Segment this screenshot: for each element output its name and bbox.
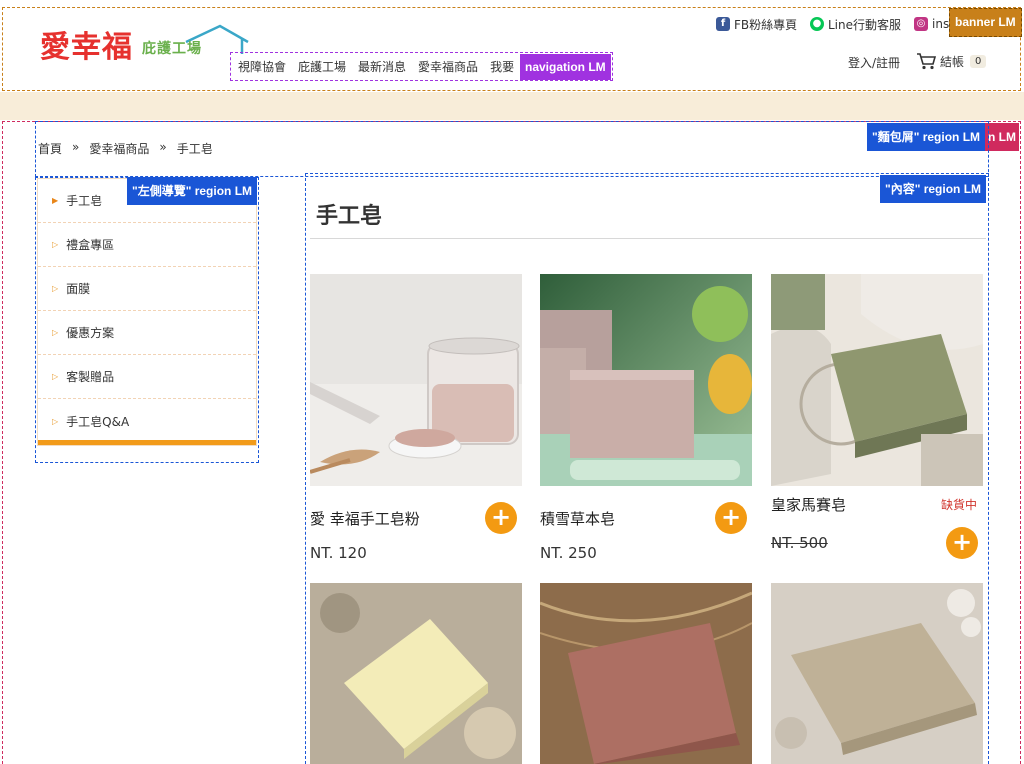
sidebar-item-custom-gifts[interactable]: ▷ 客製贈品 xyxy=(38,355,256,399)
product-card xyxy=(771,583,983,764)
product-image[interactable] xyxy=(540,274,752,486)
plus-icon: + xyxy=(490,503,512,531)
facebook-link-label: FB粉絲專頁 xyxy=(734,17,798,32)
product-image[interactable] xyxy=(771,274,983,486)
product-name[interactable]: 積雪草本皂 xyxy=(540,508,615,529)
breadcrumb-current: 手工皂 xyxy=(176,142,213,156)
nav-item-products[interactable]: 愛幸福商品 xyxy=(418,58,478,75)
logo-main-text: 愛幸福 xyxy=(40,30,133,65)
chevron-right-icon: ▷ xyxy=(52,416,59,426)
chevron-right-icon: ▷ xyxy=(52,328,59,337)
logo-sub-text: 庇護工場 xyxy=(142,41,202,57)
red-clay-soap-picture xyxy=(540,583,752,764)
breadcrumb-separator: » xyxy=(72,140,80,154)
facebook-link[interactable]: f FB粉絲專頁 xyxy=(716,14,797,34)
sold-out-badge: 缺貨中 xyxy=(941,498,978,512)
nav-item-association[interactable]: 視障協會 xyxy=(238,58,286,75)
main-landmark-label: n LM xyxy=(985,123,1019,151)
add-to-cart-button[interactable]: + xyxy=(715,502,747,534)
product-image[interactable] xyxy=(310,583,522,764)
nav-item-workshop[interactable]: 庇護工場 xyxy=(298,58,346,75)
breadcrumb-separator: » xyxy=(159,140,167,154)
sidebar-item-label: 禮盒專區 xyxy=(66,238,115,252)
sidebar-item-faq[interactable]: ▷ 手工皂Q&A xyxy=(38,399,256,443)
breadcrumb: 首頁 » 愛幸福商品 » 手工皂 xyxy=(38,140,213,157)
yellow-soap-picture xyxy=(310,583,522,764)
content-region-label: "內容" region LM xyxy=(880,175,987,203)
plus-icon: + xyxy=(720,503,742,531)
chevron-right-icon: ▷ xyxy=(52,284,59,293)
herbal-soap-picture xyxy=(540,274,752,486)
product-card: 皇家馬賽皂 缺貨中 NT. 500 + xyxy=(771,274,983,559)
product-name[interactable]: 愛 幸福手工皂粉 xyxy=(310,508,420,529)
product-image[interactable] xyxy=(540,583,752,764)
breadcrumb-region-label: "麵包屑" region LM xyxy=(867,123,986,151)
banner-landmark-label: banner LM xyxy=(949,8,1022,37)
line-icon: ● xyxy=(810,17,824,31)
sidebar-item-label: 面膜 xyxy=(66,282,91,296)
cart-icon xyxy=(917,53,936,70)
sidebar-item-mask[interactable]: ▷ 面膜 xyxy=(38,267,256,311)
product-price: NT. 120 xyxy=(310,544,367,562)
nav-item-more[interactable]: 我要 xyxy=(490,58,514,75)
product-name[interactable]: 皇家馬賽皂 xyxy=(771,494,846,515)
product-card: 積雪草本皂 + NT. 250 xyxy=(540,274,752,562)
sidebar-item-label: 手工皂Q&A xyxy=(66,414,130,429)
page-title: 手工皂 xyxy=(316,204,383,229)
nav-item-news[interactable]: 最新消息 xyxy=(358,58,406,75)
login-register-link[interactable]: 登入/註冊 xyxy=(848,54,900,71)
breadcrumb-products[interactable]: 愛幸福商品 xyxy=(89,140,149,157)
soap-powder-jar-picture xyxy=(310,274,522,486)
facebook-icon: f xyxy=(716,17,730,31)
main-navigation: 視障協會 庇護工場 最新消息 愛幸福商品 我要 xyxy=(232,52,520,80)
instagram-link[interactable]: ◎ ins xyxy=(914,14,949,34)
product-image[interactable] xyxy=(310,274,522,486)
title-divider xyxy=(310,238,986,239)
product-image[interactable] xyxy=(771,583,983,764)
line-link[interactable]: ● Line行動客服 xyxy=(810,14,901,34)
header-band xyxy=(0,92,1024,120)
add-to-cart-button[interactable]: + xyxy=(485,502,517,534)
plus-icon: + xyxy=(951,528,973,556)
marseille-soap-picture xyxy=(771,274,983,486)
instagram-icon: ◎ xyxy=(914,17,928,31)
product-price-struck: NT. 500 xyxy=(771,534,828,552)
cart-count-badge: 0 xyxy=(970,54,987,68)
site-header: 愛幸福 庇護工場 f FB粉絲專頁 ● Line行動客服 ◎ ins 視障協會 … xyxy=(0,0,1024,92)
sidebar-item-giftbox[interactable]: ▷ 禮盒專區 xyxy=(38,223,256,267)
instagram-link-label: ins xyxy=(932,17,950,31)
sidebar-item-label: 優惠方案 xyxy=(66,326,115,340)
add-to-cart-button[interactable]: + xyxy=(946,527,978,559)
breadcrumb-home[interactable]: 首頁 xyxy=(38,140,62,157)
sidebar-nav: ▶ 手工皂 ▷ 禮盒專區 ▷ 面膜 ▷ 優惠方案 ▷ 客製贈品 ▷ 手工皂Q&A xyxy=(37,178,257,446)
checkout-button[interactable]: 結帳 0 xyxy=(916,52,987,70)
site-logo[interactable]: 愛幸福 庇護工場 xyxy=(40,22,249,66)
navigation-landmark-label: navigation LM xyxy=(520,54,611,80)
sidebar-bottom-bar xyxy=(38,440,256,445)
sidebar-item-offers[interactable]: ▷ 優惠方案 xyxy=(38,311,256,355)
checkout-label: 結帳 xyxy=(940,54,965,69)
sidebar-item-label: 客製贈品 xyxy=(66,370,115,384)
jasmine-soap-picture xyxy=(771,583,983,764)
line-link-label: Line行動客服 xyxy=(828,17,902,32)
product-price: NT. 250 xyxy=(540,544,597,562)
chevron-right-icon: ▶ xyxy=(52,196,59,205)
chevron-right-icon: ▷ xyxy=(52,372,59,381)
sidebar-region-label: "左側導覽" region LM xyxy=(127,177,258,205)
product-card xyxy=(310,583,522,764)
product-card: 愛 幸福手工皂粉 + NT. 120 xyxy=(310,274,522,562)
sidebar-item-label: 手工皂 xyxy=(66,194,103,208)
chevron-right-icon: ▷ xyxy=(52,240,59,249)
product-card xyxy=(540,583,752,764)
